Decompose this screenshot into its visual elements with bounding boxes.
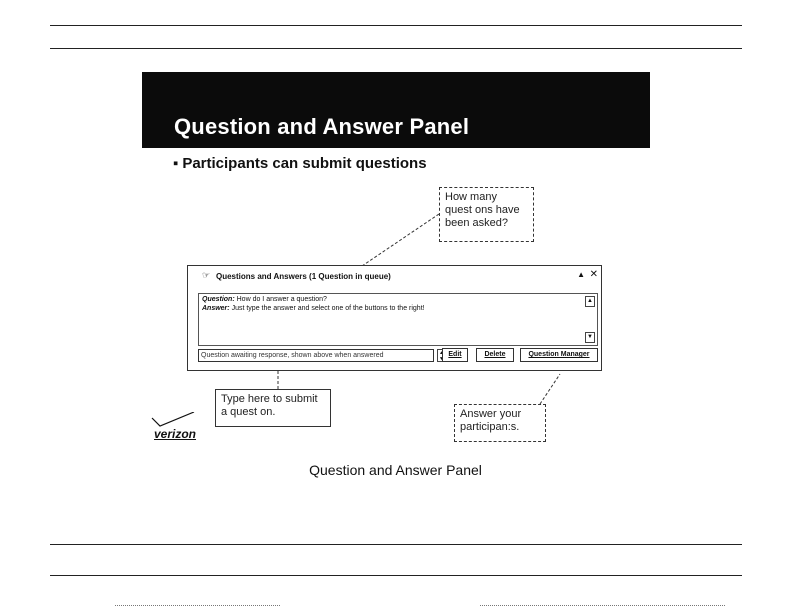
- callout-question-count: How many quest ons have been asked?: [439, 187, 534, 242]
- figure-caption: Question and Answer Panel: [309, 462, 482, 478]
- question-manager-button[interactable]: Question Manager: [520, 348, 598, 362]
- callout-submit-question: Type here to submit a quest on.: [215, 389, 331, 427]
- question-label: Question:: [202, 296, 235, 303]
- delete-button[interactable]: Delete: [476, 348, 514, 362]
- callout-answer-participants: Answer your participan:s.: [454, 404, 546, 442]
- leader-right: [539, 373, 561, 405]
- answer-text: Just type the answer and select one of t…: [231, 305, 425, 312]
- callout-line: participan:s.: [460, 421, 520, 433]
- collapse-icon[interactable]: ▲: [577, 270, 585, 279]
- scroll-down-arrow-icon[interactable]: ▼: [585, 332, 595, 343]
- scroll-up-arrow-icon[interactable]: ▲: [585, 296, 595, 307]
- question-input[interactable]: Question awaiting response, shown above …: [198, 349, 434, 362]
- qa-log-area[interactable]: Question: How do I answer a question? An…: [198, 293, 598, 346]
- logo-wordmark: verizon: [154, 427, 197, 441]
- close-icon[interactable]: ✕: [590, 269, 598, 280]
- leader-top: [361, 213, 440, 267]
- question-line: Question: How do I answer a question?: [202, 295, 594, 304]
- edit-button[interactable]: Edit: [442, 348, 468, 362]
- verizon-logo: verizon: [150, 411, 212, 444]
- hand-icon[interactable]: ☞: [202, 270, 210, 281]
- question-text: How do I answer a question?: [236, 296, 327, 303]
- answer-label: Answer:: [202, 305, 230, 312]
- qa-titlebar: ☞ Questions and Answers (1 Question in q…: [188, 266, 601, 288]
- callout-line: Type here to submit: [221, 393, 318, 405]
- answer-line: Answer: Just type the answer and select …: [202, 304, 594, 313]
- callout-line: Answer your: [460, 408, 522, 420]
- qa-window-title: Questions and Answers (1 Question in que…: [216, 272, 391, 281]
- callout-line: quest ons have: [445, 204, 520, 216]
- qa-panel-window: ☞ Questions and Answers (1 Question in q…: [187, 265, 602, 371]
- callout-line: been asked?: [445, 217, 508, 229]
- callout-line: a quest on.: [221, 406, 276, 418]
- callout-line: How many: [445, 191, 497, 203]
